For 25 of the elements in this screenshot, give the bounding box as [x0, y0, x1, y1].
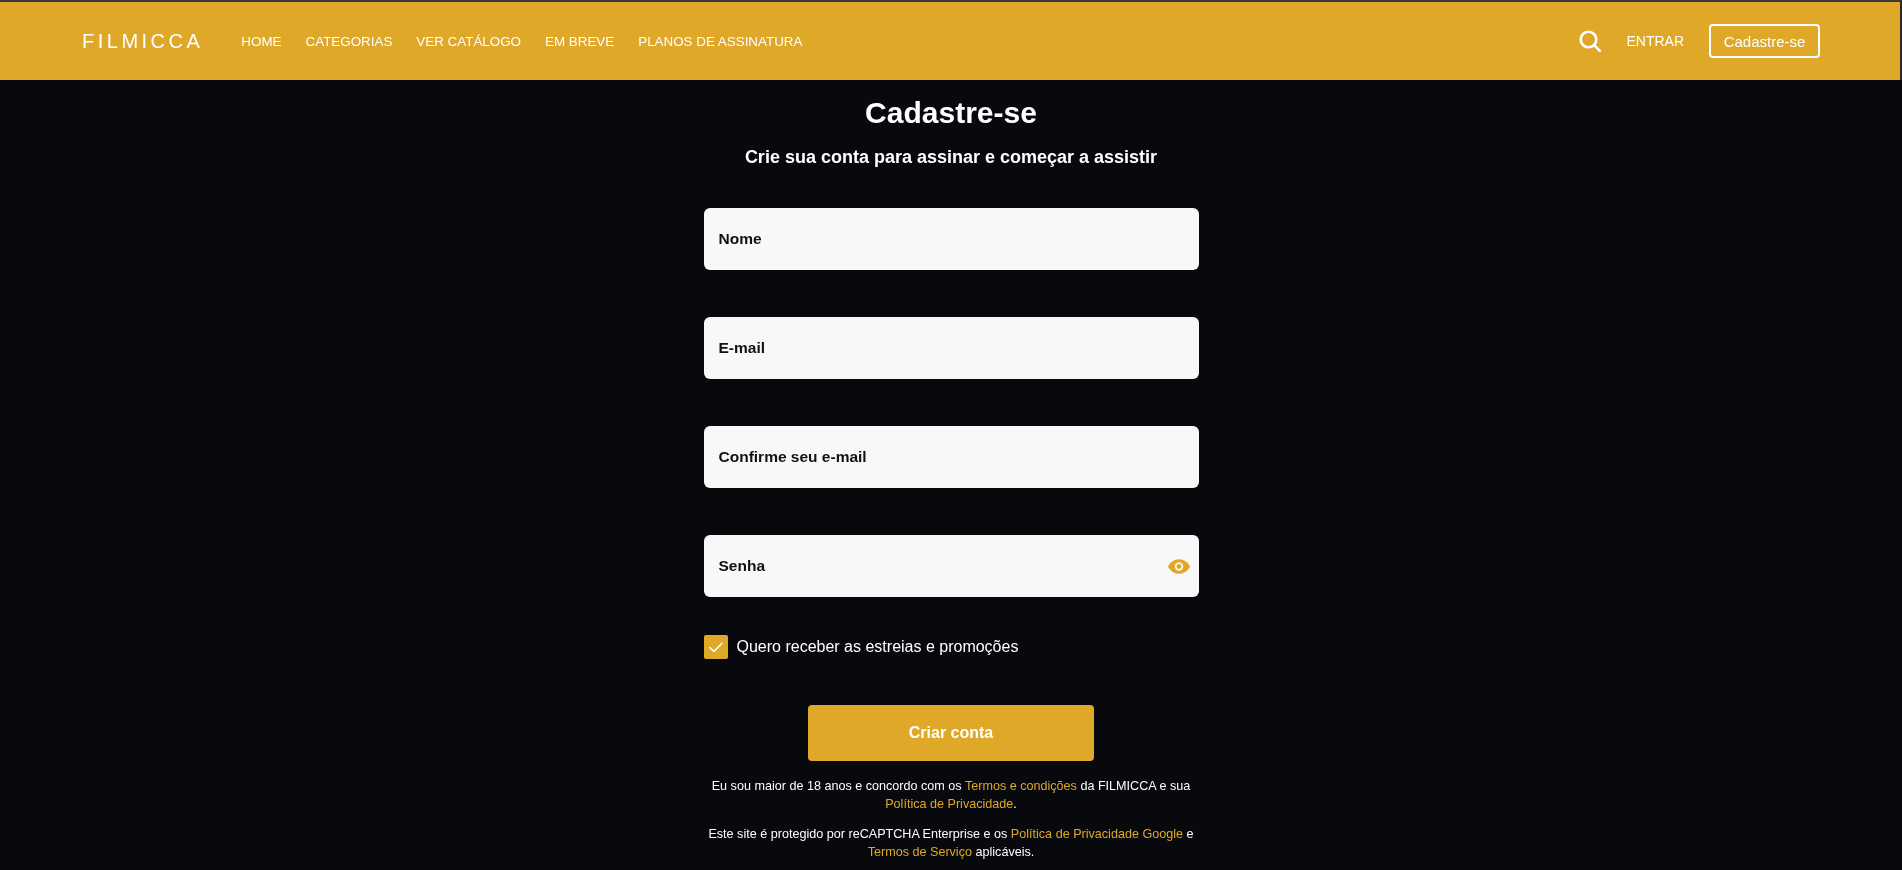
nav-link[interactable]: EM BREVE [545, 33, 615, 49]
logo[interactable]: FILMICCA [82, 29, 204, 53]
nav-link[interactable]: PLANOS DE ASSINATURA [638, 33, 803, 49]
create-account-button[interactable]: Criar conta [808, 705, 1094, 761]
input-field[interactable]: Confirme seu e-mail [703, 426, 1199, 488]
nav-link[interactable]: VER CATÁLOGO [416, 33, 521, 49]
search-icon[interactable] [1579, 30, 1602, 52]
login-link[interactable]: ENTRAR [1626, 33, 1684, 49]
legal-text: Eu sou maior de 18 anos e concordo com os Termos e condições da FILMICCA e sua Política de Privacidade. [710, 778, 1192, 813]
nav-link[interactable]: CATEGORIAS [305, 33, 393, 49]
input-field[interactable]: Senha [703, 535, 1199, 597]
signup-button[interactable]: Cadastre-se [1709, 24, 1820, 58]
page-title: Cadastre-se [865, 95, 1037, 131]
legal-link[interactable]: Termos de Serviço [867, 845, 972, 859]
input-field[interactable]: Nome [703, 208, 1199, 270]
checkbox[interactable] [703, 635, 728, 659]
legal-link[interactable]: Termos e condições [964, 779, 1077, 793]
legal-link[interactable]: Política de Privacidade Google [1010, 827, 1184, 841]
checkmark-icon [708, 641, 723, 653]
page-subtitle: Crie sua conta para assinar e começar a assistir [744, 146, 1158, 168]
input-field[interactable]: E-mail [703, 317, 1199, 379]
legal-text: Este site é protegido por reCAPTCHA Enterprise e os Política de Privacidade Google e Termos de Serviço aplicáveis. [707, 826, 1195, 861]
eye-icon[interactable] [1167, 559, 1190, 574]
checkbox-label[interactable]: Quero receber as estreias e promoções [736, 638, 1019, 656]
nav-link[interactable]: HOME [241, 33, 282, 49]
